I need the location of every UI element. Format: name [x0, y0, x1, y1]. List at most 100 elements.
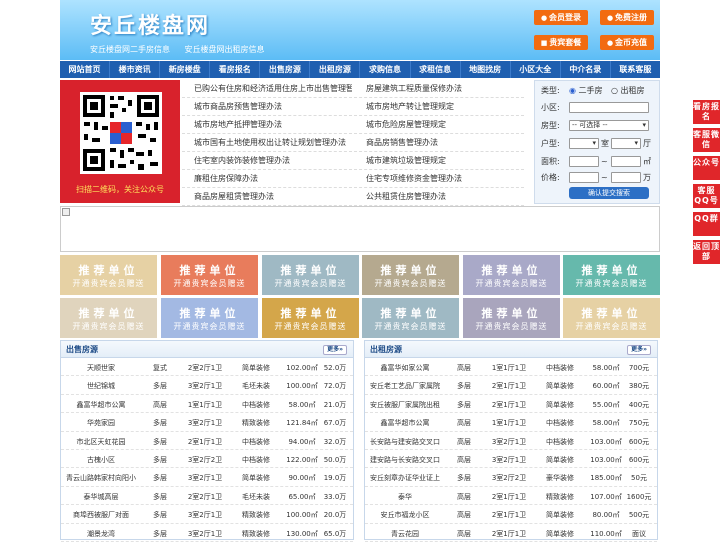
radio-rental[interactable]: ○ 出租房	[611, 85, 645, 97]
listing-name[interactable]: 青云花园	[365, 529, 445, 539]
nav-item[interactable]: 求租信息	[411, 61, 461, 78]
radio-second-hand[interactable]: ◉ 二手房	[569, 85, 603, 97]
nav-item[interactable]: 出租房源	[310, 61, 361, 78]
listing-name[interactable]: 青云山路韩家村向阳小	[61, 473, 141, 483]
nav-item[interactable]: 联系客服	[611, 61, 660, 78]
promo-cell[interactable]: 推荐单位 开通贵宾会员赠送	[362, 298, 459, 338]
news-link[interactable]: 城市国有土地使用权出让转让规划管理办法	[182, 134, 352, 152]
sale-more-button[interactable]: 更多»	[323, 345, 347, 355]
listing-name[interactable]: 安丘市福龙小区	[365, 510, 445, 520]
listing-name[interactable]: 华苑家园	[61, 418, 141, 428]
table-row[interactable]: 泰华城高层 多层 2室2厅1卫 毛坯未装 65.00㎡ 33.0万	[61, 487, 353, 506]
side-qq-button[interactable]: 客服QQ号	[693, 184, 720, 208]
promo-cell[interactable]: 推荐单位 开通贵宾会员赠送	[463, 298, 560, 338]
promo-cell[interactable]: 推荐单位 开通贵宾会员赠送	[161, 298, 258, 338]
listing-name[interactable]: 市北区天虹花园	[61, 437, 141, 447]
listing-name[interactable]: 长安路与建安路交叉口	[365, 437, 445, 447]
table-row[interactable]: 安丘市福龙小区 高层 2室1厅1卫 简单装修 80.00㎡ 500元	[365, 505, 657, 524]
table-row[interactable]: 潮景龙湾 多层 3室2厅1卫 精致装修 130.00㎡ 65.0万	[61, 524, 353, 542]
news-link[interactable]: 住宅专项维修资金管理办法	[354, 170, 524, 188]
nav-item[interactable]: 新房楼盘	[160, 61, 211, 78]
community-input[interactable]	[569, 102, 649, 113]
listing-name[interactable]: 建安路与长安路交叉口	[365, 455, 445, 465]
promo-cell[interactable]: 推荐单位 开通贵宾会员赠送	[262, 298, 359, 338]
promo-cell[interactable]: 推荐单位 开通贵宾会员赠送	[161, 255, 258, 295]
nav-item[interactable]: 楼市资讯	[110, 61, 161, 78]
price-max-input[interactable]	[611, 172, 641, 183]
table-row[interactable]: 天顺世家 复式 2室2厅1卫 简单装修 102.00㎡ 52.0万	[61, 358, 353, 377]
news-link[interactable]: 城市危险房屋管理规定	[354, 116, 524, 134]
link-second-hand[interactable]: 安丘楼盘网二手房信息	[90, 45, 170, 54]
side-official-account-button[interactable]: 公众号	[693, 156, 720, 180]
table-row[interactable]: 市北区天虹花园 多层 2室1厅1卫 中档装修 94.00㎡ 32.0万	[61, 432, 353, 450]
listing-name[interactable]: 鑫富华超市公寓	[61, 400, 141, 410]
table-row[interactable]: 华苑家园 多层 3室2厅1卫 精致装修 121.84㎡ 67.0万	[61, 413, 353, 432]
room-select[interactable]: ▾	[569, 138, 599, 149]
news-link[interactable]: 城市房地产抵押管理办法	[182, 116, 352, 134]
table-row[interactable]: 商埠西被服厂对面 多层 3室2厅1卫 精致装修 100.00㎡ 20.0万	[61, 505, 353, 524]
register-button[interactable]: ● 免费注册	[600, 10, 654, 25]
promo-cell[interactable]: 推荐单位 开通贵宾会员赠送	[60, 298, 157, 338]
table-row[interactable]: 安丘被服厂家属院出租 多层 2室1厅1卫 简单装修 55.00㎡ 400元	[365, 395, 657, 414]
news-link[interactable]: 商品房屋租赁管理办法	[182, 188, 352, 206]
table-row[interactable]: 建安路与长安路交叉口 高层 3室2厅1卫 简单装修 103.00㎡ 600元	[365, 450, 657, 469]
promo-cell[interactable]: 推荐单位 开通贵宾会员赠送	[362, 255, 459, 295]
listing-name[interactable]: 潮景龙湾	[61, 529, 141, 539]
news-link[interactable]: 住宅室内装饰装修管理办法	[182, 152, 352, 170]
news-link[interactable]: 城市商品房预售管理办法	[182, 98, 352, 116]
promo-cell[interactable]: 推荐单位 开通贵宾会员赠送	[60, 255, 157, 295]
listing-name[interactable]: 泰华城高层	[61, 492, 141, 502]
promo-cell[interactable]: 推荐单位 开通贵宾会员赠送	[563, 255, 660, 295]
news-link[interactable]: 公共租赁住房管理办法	[354, 188, 524, 206]
nav-item[interactable]: 中介名录	[561, 61, 611, 78]
housing-type-select[interactable]: -- 可选择 -- ▾	[569, 120, 649, 131]
table-row[interactable]: 世纪锦城 多层 3室2厅1卫 毛坯未装 100.00㎡ 72.0万	[61, 376, 353, 395]
listing-name[interactable]: 安丘老工艺品厂家属院	[365, 381, 445, 391]
side-back-to-top-button[interactable]: 返回顶部	[693, 240, 720, 264]
listing-name[interactable]: 商埠西被服厂对面	[61, 510, 141, 520]
side-view-signup-button[interactable]: 看房报名	[693, 100, 720, 124]
side-qq-group-button[interactable]: QQ群	[693, 212, 720, 236]
search-submit-button[interactable]: 确认提交搜索	[569, 187, 649, 199]
listing-name[interactable]: 古槐小区	[61, 455, 141, 465]
listing-name[interactable]: 世纪锦城	[61, 381, 141, 391]
news-link[interactable]: 城市房地产转让管理规定	[354, 98, 524, 116]
table-row[interactable]: 长安路与建安路交叉口 高层 3室2厅1卫 中档装修 103.00㎡ 600元	[365, 432, 657, 450]
vip-package-button[interactable]: ■ 贵宾套餐	[534, 35, 588, 50]
news-link[interactable]: 城市建筑垃圾管理规定	[354, 152, 524, 170]
area-max-input[interactable]	[611, 156, 641, 167]
table-row[interactable]: 青云山路韩家村向阳小 多层 3室2厅1卫 简单装修 90.00㎡ 19.0万	[61, 468, 353, 487]
nav-item[interactable]: 小区大全	[511, 61, 561, 78]
listing-name[interactable]: 安丘刻章办证华业证上	[365, 473, 445, 483]
listing-name[interactable]: 鑫富华超市公寓	[365, 418, 445, 428]
price-min-input[interactable]	[569, 172, 599, 183]
side-wechat-button[interactable]: 客服微信	[693, 128, 720, 152]
promo-cell[interactable]: 推荐单位 开通贵宾会员赠送	[463, 255, 560, 295]
link-rental[interactable]: 安丘楼盘网出租房信息	[185, 45, 265, 54]
table-row[interactable]: 鑫富华超市公寓 高层 1室1厅1卫 中档装修 58.00㎡ 750元	[365, 413, 657, 432]
listing-name[interactable]: 泰华	[365, 492, 445, 502]
promo-cell[interactable]: 推荐单位 开通贵宾会员赠送	[563, 298, 660, 338]
table-row[interactable]: 安丘老工艺品厂家属院 多层 2室1厅1卫 简单装修 60.00㎡ 380元	[365, 376, 657, 395]
nav-item[interactable]: 网站首页	[60, 61, 111, 78]
listing-name[interactable]: 鑫富华如家公寓	[365, 363, 445, 373]
nav-item[interactable]: 地图找房	[461, 61, 511, 78]
promo-cell[interactable]: 推荐单位 开通贵宾会员赠送	[262, 255, 359, 295]
table-row[interactable]: 青云花园 高层 2室1厅1卫 简单装修 110.00㎡ 面议	[365, 524, 657, 542]
rent-more-button[interactable]: 更多»	[627, 345, 651, 355]
site-logo[interactable]: 安丘楼盘网	[90, 8, 210, 40]
news-link[interactable]: 廉租住房保障办法	[182, 170, 352, 188]
table-row[interactable]: 古槐小区 多层 3室2厅2卫 中档装修 122.00㎡ 50.0万	[61, 450, 353, 469]
listing-name[interactable]: 天顺世家	[61, 363, 141, 373]
listing-name[interactable]: 安丘被服厂家属院出租	[365, 400, 445, 410]
login-button[interactable]: ● 会员登录	[534, 10, 588, 25]
table-row[interactable]: 鑫富华超市公寓 高层 1室1厅1卫 中档装修 58.00㎡ 21.0万	[61, 395, 353, 414]
hall-select[interactable]: ▾	[611, 138, 641, 149]
news-link[interactable]: 商品房销售管理办法	[354, 134, 524, 152]
coin-recharge-button[interactable]: ● 金币充值	[600, 35, 654, 50]
nav-item[interactable]: 看房报名	[210, 61, 261, 78]
area-min-input[interactable]	[569, 156, 599, 167]
ad-banner[interactable]	[60, 206, 660, 252]
table-row[interactable]: 安丘刻章办证华业证上 多层 3室2厅2卫 豪华装修 185.00㎡ 50元	[365, 468, 657, 487]
nav-item[interactable]: 出售房源	[260, 61, 311, 78]
